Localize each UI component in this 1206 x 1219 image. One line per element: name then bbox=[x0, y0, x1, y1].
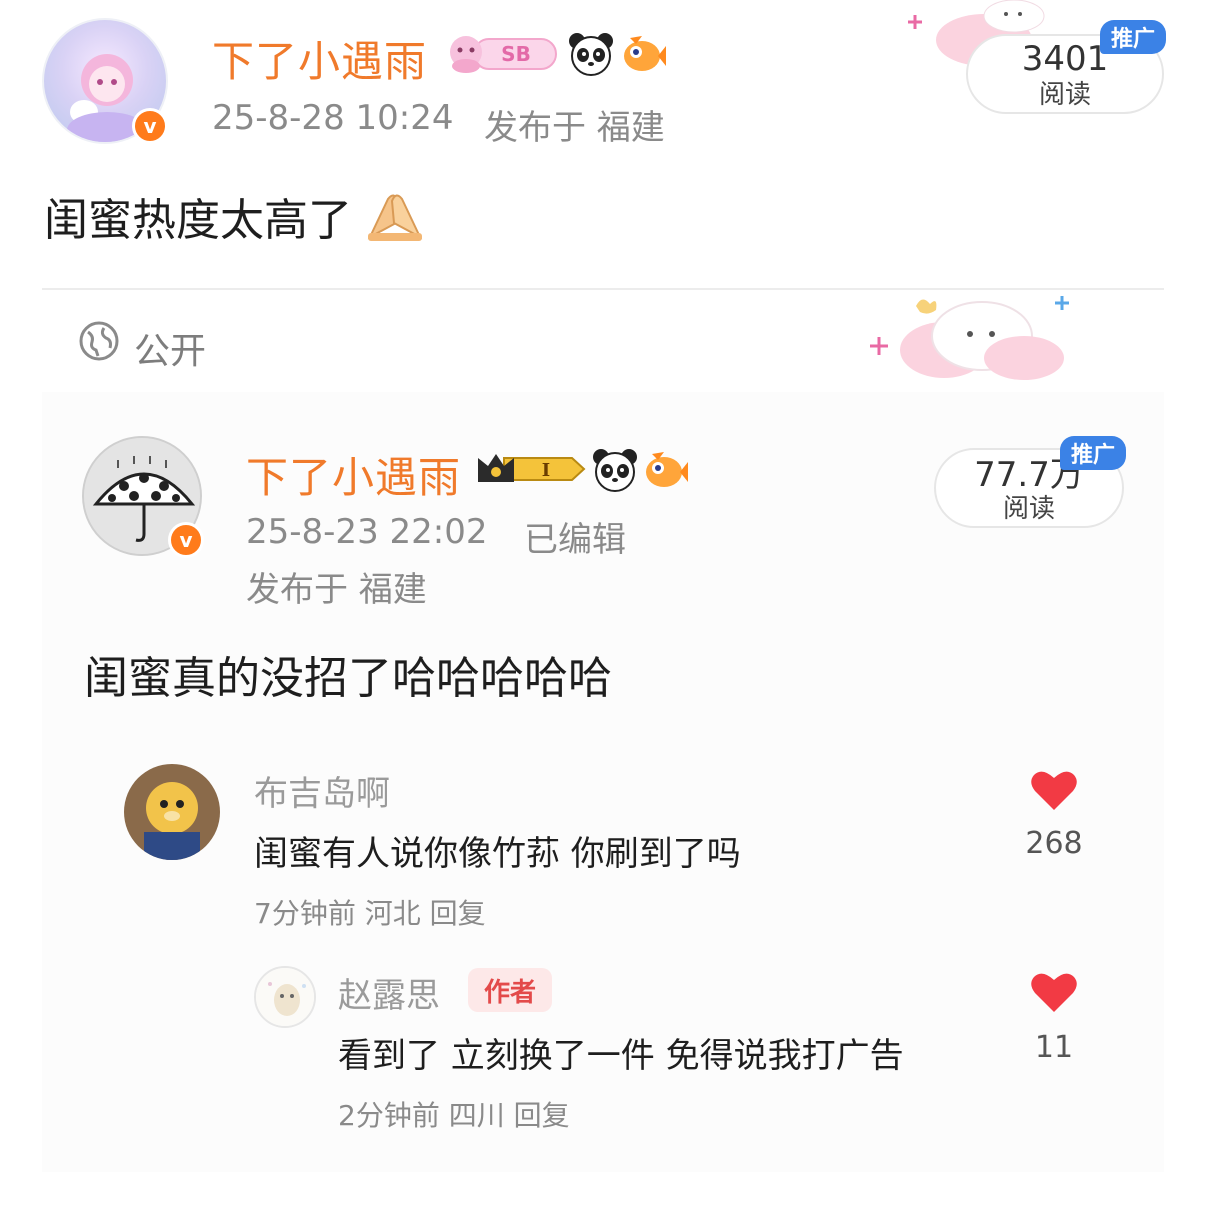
comment-author-1[interactable]: 布吉岛啊 bbox=[254, 766, 390, 815]
quoted-fish-icon bbox=[642, 448, 688, 492]
author-tag-badge: 作者 bbox=[468, 968, 552, 1012]
panda-icon bbox=[568, 32, 614, 76]
fish-icon bbox=[620, 32, 666, 76]
quoted-location: 发布于 福建 bbox=[246, 570, 427, 610]
svg-text:I: I bbox=[542, 460, 550, 481]
sb-badge-icon: SB bbox=[444, 30, 560, 76]
quoted-promo-tag[interactable]: 推广 bbox=[1060, 436, 1126, 470]
quoted-panda-icon bbox=[592, 448, 638, 492]
quoted-views-label: 阅读 bbox=[1002, 494, 1055, 524]
comment-avatar-1[interactable] bbox=[124, 764, 220, 860]
comment-text-1: 闺蜜有人说你像竹荪 你刷到了吗 bbox=[254, 834, 741, 874]
comment-meta-1[interactable]: 7分钟前 河北 回复 bbox=[254, 892, 486, 932]
heart-icon-2[interactable] bbox=[1030, 970, 1078, 1014]
comment-meta-2[interactable]: 2分钟前 四川 回复 bbox=[338, 1094, 570, 1134]
post-text: 闺蜜热度太高了 bbox=[44, 184, 424, 254]
post-views-label: 阅读 bbox=[1038, 80, 1091, 110]
heart-icon[interactable] bbox=[1030, 768, 1078, 812]
comment-author-2[interactable]: 赵露思 bbox=[338, 968, 440, 1017]
quoted-timestamp: 25-8-23 22:02 bbox=[246, 512, 488, 552]
visibility-label[interactable]: 公开 bbox=[134, 322, 206, 374]
crown-level-badge-icon: I bbox=[474, 448, 586, 490]
verified-v-icon: v bbox=[132, 108, 168, 144]
post-location: 发布于 福建 bbox=[484, 108, 665, 148]
svg-text:SB: SB bbox=[501, 42, 531, 66]
quoted-post-text: 闺蜜真的没招了哈哈哈哈哈 bbox=[84, 653, 612, 704]
post-text-body: 闺蜜热度太高了 bbox=[44, 195, 352, 246]
globe-icon bbox=[78, 320, 120, 362]
clasped-hands-emoji bbox=[366, 193, 424, 254]
quoted-verified-v-icon: v bbox=[168, 522, 204, 558]
quoted-edited-label: 已编辑 bbox=[524, 520, 626, 560]
comment-avatar-2[interactable] bbox=[254, 966, 316, 1028]
quoted-author-name[interactable]: 下了小遇雨 bbox=[246, 444, 461, 505]
comment-text-2: 看到了 立刻换了一件 免得说我打广告 bbox=[338, 1036, 904, 1076]
post-promo-tag[interactable]: 推广 bbox=[1100, 20, 1166, 54]
comment-likes-1: 268 bbox=[1025, 826, 1083, 861]
post-author-name[interactable]: 下了小遇雨 bbox=[212, 28, 427, 89]
bunny-cloud-sticker-icon bbox=[864, 288, 1084, 388]
comment-likes-2: 11 bbox=[1034, 1030, 1074, 1065]
post-timestamp: 25-8-28 10:24 bbox=[212, 98, 454, 138]
